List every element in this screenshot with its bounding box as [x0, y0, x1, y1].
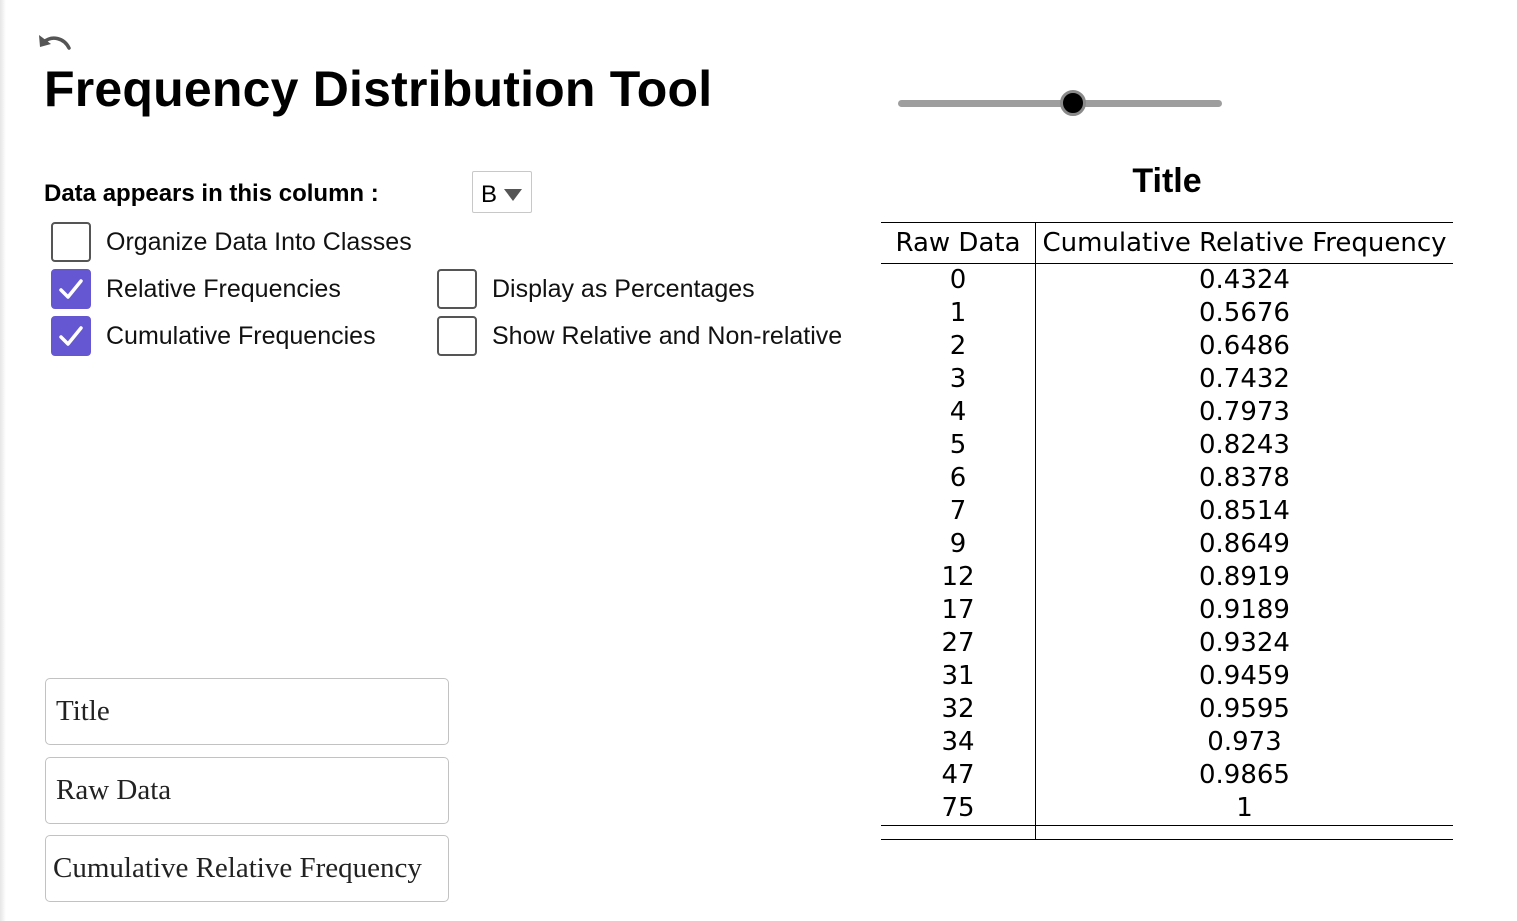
raw-data-cell: 27 — [881, 627, 1036, 660]
organize-classes-checkbox[interactable] — [51, 222, 91, 262]
raw-data-cell: 6 — [881, 462, 1036, 495]
left-edge-shadow — [0, 0, 6, 921]
frequency-cell: 0.6486 — [1199, 331, 1290, 361]
table-row: 9 0.8649 — [881, 528, 1453, 561]
frequency-cell: 0.9189 — [1199, 595, 1290, 625]
table-row: 75 1 — [881, 792, 1453, 826]
frequency-cell: 0.5676 — [1199, 298, 1290, 328]
table-row: 1 0.5676 — [881, 297, 1453, 330]
column-label: Data appears in this column : — [44, 180, 379, 207]
raw-data-cell: 4 — [881, 396, 1036, 429]
raw-data-cell: 75 — [881, 792, 1036, 826]
raw-data-cell: 12 — [881, 561, 1036, 594]
table-row: 4 0.7973 — [881, 396, 1453, 429]
frequency-cell: 0.8919 — [1199, 562, 1290, 592]
table-row: 32 0.9595 — [881, 693, 1453, 726]
checkmark-icon — [59, 326, 83, 346]
show-relative-nonrelative-checkbox[interactable] — [437, 316, 477, 356]
relative-frequencies-label: Relative Frequencies — [106, 274, 341, 303]
raw-data-cell: 31 — [881, 660, 1036, 693]
column-dropdown-value: B — [481, 181, 498, 208]
table-row: 0 0.4324 — [881, 263, 1453, 297]
raw-data-cell: 7 — [881, 495, 1036, 528]
frequency-table: Raw Data Cumulative Relative Frequency 0… — [881, 222, 1453, 840]
frequency-cell: 0.973 — [1207, 727, 1282, 757]
raw-data-cell: 47 — [881, 759, 1036, 792]
table-row: 17 0.9189 — [881, 594, 1453, 627]
frequency-cell: 0.7432 — [1199, 364, 1290, 394]
frequency-cell: 0.7973 — [1199, 397, 1290, 427]
table-row: 34 0.973 — [881, 726, 1453, 759]
raw-data-cell: 0 — [881, 263, 1036, 297]
frequency-cell: 0.8378 — [1199, 463, 1290, 493]
relative-frequencies-option[interactable]: Relative Frequencies — [51, 268, 341, 310]
frequency-cell: 0.9865 — [1199, 760, 1290, 790]
raw-data-cell: 5 — [881, 429, 1036, 462]
raw-data-column-header: Raw Data — [881, 222, 1036, 264]
raw-data-cell: 2 — [881, 330, 1036, 363]
frequency-cell: 0.4324 — [1199, 265, 1290, 295]
table-row: 3 0.7432 — [881, 363, 1453, 396]
page-title: Frequency Distribution Tool — [44, 61, 713, 117]
table-row: 12 0.8919 — [881, 561, 1453, 594]
display-percentages-checkbox[interactable] — [437, 269, 477, 309]
frequency-cell: 1 — [1236, 793, 1253, 823]
table-row: 27 0.9324 — [881, 627, 1453, 660]
cumulative-frequencies-label: Cumulative Frequencies — [106, 321, 376, 350]
raw-data-cell: 17 — [881, 594, 1036, 627]
display-percentages-label: Display as Percentages — [492, 274, 755, 303]
relative-frequencies-checkbox[interactable] — [51, 269, 91, 309]
frequency-cell: 0.8514 — [1199, 496, 1290, 526]
raw-data-cell: 3 — [881, 363, 1036, 396]
frequency-cell: 0.9595 — [1199, 694, 1290, 724]
organize-classes-label: Organize Data Into Classes — [106, 227, 412, 256]
table-title: Title — [1132, 162, 1202, 200]
chevron-down-icon — [504, 189, 522, 201]
table-row: 6 0.8378 — [881, 462, 1453, 495]
slider-thumb[interactable] — [1059, 90, 1086, 116]
cumulative-frequencies-checkbox[interactable] — [51, 316, 91, 356]
frequency-cell: 0.8243 — [1199, 430, 1290, 460]
title-input[interactable] — [45, 678, 449, 745]
column-dropdown[interactable]: B — [472, 171, 532, 213]
display-percentages-option[interactable]: Display as Percentages — [437, 268, 755, 310]
table-footer-row — [881, 825, 1453, 840]
table-row: 47 0.9865 — [881, 759, 1453, 792]
frequency-cell: 0.9324 — [1199, 628, 1290, 658]
table-row: 5 0.8243 — [881, 429, 1453, 462]
cumulative-frequencies-option[interactable]: Cumulative Frequencies — [51, 315, 376, 357]
table-row: 2 0.6486 — [881, 330, 1453, 363]
raw-data-cell: 32 — [881, 693, 1036, 726]
raw-data-cell: 34 — [881, 726, 1036, 759]
raw-data-cell: 9 — [881, 528, 1036, 561]
table-footer-cell — [1035, 825, 1453, 840]
slider[interactable] — [898, 90, 1224, 118]
checkmark-icon — [59, 279, 83, 299]
table-footer-cell — [881, 825, 1036, 840]
undo-icon[interactable] — [36, 30, 72, 58]
frequency-header-input[interactable] — [45, 835, 449, 902]
raw-data-header-input[interactable] — [45, 757, 449, 824]
raw-data-cell: 1 — [881, 297, 1036, 330]
frequency-column-header: Cumulative Relative Frequency — [1035, 222, 1453, 264]
table-row: 31 0.9459 — [881, 660, 1453, 693]
show-relative-nonrelative-option[interactable]: Show Relative and Non-relative — [437, 315, 842, 357]
show-relative-nonrelative-label: Show Relative and Non-relative — [492, 321, 843, 350]
table-header-row: Raw Data Cumulative Relative Frequency — [881, 222, 1453, 264]
frequency-cell: 0.8649 — [1199, 529, 1290, 559]
table-row: 7 0.8514 — [881, 495, 1453, 528]
table-body: 0 0.4324 1 0.5676 2 0.6486 3 0.7432 4 0.7973 5 0.82… — [881, 263, 1453, 840]
frequency-cell: 0.9459 — [1199, 661, 1290, 691]
organize-classes-option[interactable]: Organize Data Into Classes — [51, 221, 412, 263]
